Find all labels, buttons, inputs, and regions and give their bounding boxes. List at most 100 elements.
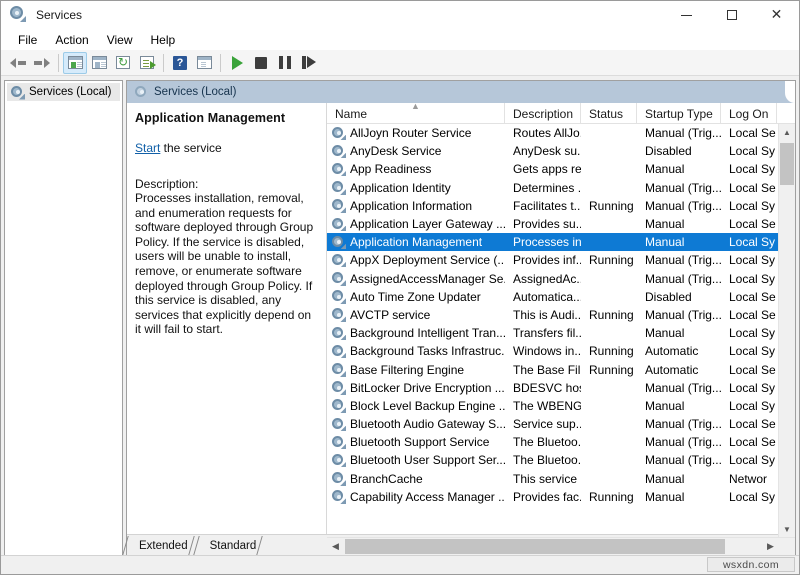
table-row[interactable]: AssignedAccessManager Se...AssignedAc...… bbox=[327, 270, 795, 288]
table-row[interactable]: Capability Access Manager ...Provides fa… bbox=[327, 488, 795, 506]
cell-log-on: Local Sy bbox=[721, 381, 777, 395]
tree-node-services-local[interactable]: Services (Local) bbox=[7, 83, 120, 101]
table-row[interactable]: Background Tasks Infrastruc...Windows in… bbox=[327, 342, 795, 360]
column-header-status[interactable]: Status bbox=[581, 103, 637, 124]
maximize-button[interactable] bbox=[709, 1, 754, 29]
service-gear-icon bbox=[332, 218, 345, 231]
refresh-button[interactable] bbox=[111, 52, 135, 74]
cell-name: Application Management bbox=[327, 235, 505, 249]
toolbar-separator bbox=[163, 54, 164, 72]
service-gear-icon bbox=[332, 454, 345, 467]
table-row[interactable]: Application Layer Gateway ...Provides su… bbox=[327, 215, 795, 233]
minimize-button[interactable] bbox=[664, 1, 709, 29]
service-name-label: Bluetooth User Support Ser... bbox=[350, 453, 505, 467]
vertical-scrollbar[interactable]: ▲ ▼ bbox=[778, 124, 795, 538]
table-row[interactable]: Application InformationFacilitates t...R… bbox=[327, 197, 795, 215]
vertical-scroll-thumb[interactable] bbox=[780, 143, 794, 185]
show-hide-console-tree-button[interactable] bbox=[63, 52, 87, 74]
service-gear-icon bbox=[332, 327, 345, 340]
cell-name: Block Level Backup Engine ... bbox=[327, 399, 505, 413]
console-tree-icon bbox=[68, 56, 83, 69]
cell-name: AppX Deployment Service (... bbox=[327, 253, 505, 267]
properties-button[interactable] bbox=[87, 52, 111, 74]
start-service-button[interactable] bbox=[225, 52, 249, 74]
tab-standard[interactable]: Standard bbox=[200, 536, 269, 555]
scroll-up-button[interactable]: ▲ bbox=[779, 124, 795, 141]
table-row[interactable]: AnyDesk ServiceAnyDesk su...DisabledLoca… bbox=[327, 142, 795, 160]
table-row[interactable]: BitLocker Drive Encryption ...BDESVC hos… bbox=[327, 379, 795, 397]
cell-log-on: Local Sy bbox=[721, 162, 777, 176]
column-header-label: Name bbox=[335, 107, 367, 121]
service-name-label: Auto Time Zone Updater bbox=[350, 290, 481, 304]
service-name-label: Background Intelligent Tran... bbox=[350, 326, 505, 340]
arrow-left-icon bbox=[10, 57, 26, 69]
stop-service-button[interactable] bbox=[249, 52, 273, 74]
cell-name: AllJoyn Router Service bbox=[327, 126, 505, 140]
menu-help[interactable]: Help bbox=[142, 31, 185, 49]
table-row[interactable]: Bluetooth Support ServiceThe Bluetoo...M… bbox=[327, 433, 795, 451]
detail-description-label: Description: bbox=[135, 177, 316, 191]
table-row[interactable]: BranchCacheThis service ...ManualNetwor bbox=[327, 470, 795, 488]
cell-log-on: Local Se bbox=[721, 308, 777, 322]
table-row[interactable]: AppX Deployment Service (...Provides inf… bbox=[327, 251, 795, 269]
table-row[interactable]: App ReadinessGets apps re...ManualLocal … bbox=[327, 160, 795, 178]
table-row[interactable]: Bluetooth Audio Gateway S...Service sup.… bbox=[327, 415, 795, 433]
cell-description: Service sup... bbox=[505, 417, 581, 431]
table-row[interactable]: Block Level Backup Engine ...The WBENG..… bbox=[327, 397, 795, 415]
cell-startup-type: Manual bbox=[637, 162, 721, 176]
service-name-label: Application Management bbox=[350, 235, 482, 249]
window-controls: ✕ bbox=[664, 1, 799, 29]
service-gear-icon bbox=[332, 472, 345, 485]
scrollbar-corner bbox=[779, 538, 795, 555]
title-bar: Services ✕ bbox=[1, 1, 799, 29]
forward-button[interactable] bbox=[30, 52, 54, 74]
list-rows: AllJoyn Router ServiceRoutes AllJo...Man… bbox=[327, 124, 795, 555]
cell-startup-type: Manual (Trig... bbox=[637, 181, 721, 195]
cell-name: Background Tasks Infrastruc... bbox=[327, 344, 505, 358]
play-icon bbox=[232, 56, 243, 70]
cell-description: The Bluetoo... bbox=[505, 453, 581, 467]
services-list-view: Name▲DescriptionStatusStartup TypeLog On… bbox=[327, 103, 795, 555]
close-button[interactable]: ✕ bbox=[754, 1, 799, 29]
table-row[interactable]: AllJoyn Router ServiceRoutes AllJo...Man… bbox=[327, 124, 795, 142]
pause-service-button[interactable] bbox=[273, 52, 297, 74]
menu-view[interactable]: View bbox=[98, 31, 142, 49]
table-row[interactable]: Application ManagementProcesses in...Man… bbox=[327, 233, 795, 251]
cell-name: BitLocker Drive Encryption ... bbox=[327, 381, 505, 395]
show-action-pane-button[interactable] bbox=[192, 52, 216, 74]
column-header-name[interactable]: Name▲ bbox=[327, 103, 505, 124]
table-row[interactable]: Background Intelligent Tran...Transfers … bbox=[327, 324, 795, 342]
refresh-icon bbox=[116, 56, 130, 69]
column-header-description[interactable]: Description bbox=[505, 103, 581, 124]
cell-name: Bluetooth User Support Ser... bbox=[327, 453, 505, 467]
column-header-startup-type[interactable]: Startup Type bbox=[637, 103, 721, 124]
table-row[interactable]: Base Filtering EngineThe Base Fil...Runn… bbox=[327, 360, 795, 378]
export-list-button[interactable] bbox=[135, 52, 159, 74]
table-row[interactable]: AVCTP serviceThis is Audi...RunningManua… bbox=[327, 306, 795, 324]
menu-action[interactable]: Action bbox=[46, 31, 97, 49]
cell-log-on: Local Sy bbox=[721, 253, 777, 267]
scroll-left-button[interactable]: ◀ bbox=[327, 538, 344, 555]
scroll-down-button[interactable]: ▼ bbox=[779, 521, 795, 538]
column-header-log-on[interactable]: Log On bbox=[721, 103, 777, 124]
cell-startup-type: Disabled bbox=[637, 144, 721, 158]
table-row[interactable]: Bluetooth User Support Ser...The Bluetoo… bbox=[327, 451, 795, 469]
restart-service-button[interactable] bbox=[297, 52, 321, 74]
help-button[interactable]: ? bbox=[168, 52, 192, 74]
horizontal-scrollbar[interactable]: ◀ ▶ bbox=[327, 537, 795, 555]
scroll-right-button[interactable]: ▶ bbox=[762, 538, 779, 555]
back-button[interactable] bbox=[6, 52, 30, 74]
cell-log-on: Local Se bbox=[721, 217, 777, 231]
cell-startup-type: Manual (Trig... bbox=[637, 308, 721, 322]
start-service-link[interactable]: Start bbox=[135, 141, 160, 155]
cell-log-on: Local Sy bbox=[721, 490, 777, 504]
cell-log-on: Local Se bbox=[721, 417, 777, 431]
menu-file[interactable]: File bbox=[9, 31, 46, 49]
table-row[interactable]: Auto Time Zone UpdaterAutomatica...Disab… bbox=[327, 288, 795, 306]
tab-extended[interactable]: Extended bbox=[129, 536, 200, 555]
table-row[interactable]: Application IdentityDetermines ...Manual… bbox=[327, 179, 795, 197]
window-title: Services bbox=[36, 8, 82, 22]
tree-node-label: Services (Local) bbox=[29, 86, 111, 98]
console-tree-pane: Services (Local) bbox=[4, 80, 123, 556]
horizontal-scroll-thumb[interactable] bbox=[345, 539, 725, 554]
